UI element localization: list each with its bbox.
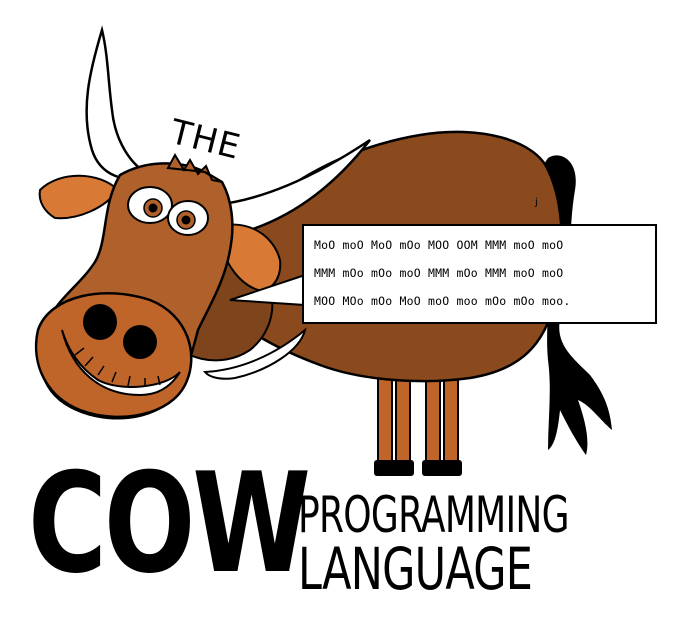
nostril-left: [83, 304, 117, 340]
speech-line-3: MOO MOo mOo MoO moO moo mOo mOo moo.: [314, 294, 571, 308]
nostril-right: [123, 325, 157, 359]
title-programming: PROGRAMMING: [298, 486, 570, 544]
hooves: [374, 460, 462, 476]
eye-right: [167, 200, 209, 236]
eye-left: [127, 186, 173, 224]
cow-logo: THE j MoO moO MoO mOo MOO OOM MMM moO mo…: [0, 0, 679, 620]
speech-line-1: MoO moO MoO mOo MOO OOM MMM moO moO: [314, 238, 564, 252]
title-language: LANGUAGE: [298, 535, 533, 603]
signature-mark: j: [535, 197, 538, 208]
title-cow: COW: [28, 443, 311, 604]
speech-line-2: MMM mOo mOo moO MMM mOo MMM moO moO: [314, 266, 564, 280]
speech-bubble: MoO moO MoO mOo MOO OOM MMM moO moO MMM …: [302, 224, 657, 324]
horn-left: [85, 25, 154, 181]
